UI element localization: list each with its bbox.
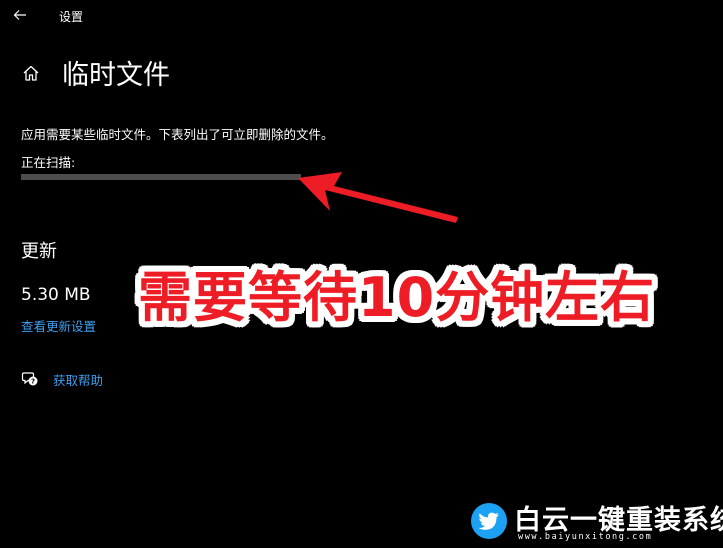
watermark-url: www.baiyunxitong.com: [518, 532, 653, 542]
wait-callout-text: 需要等待10分钟左右: [138, 266, 656, 329]
scan-status-label: 正在扫描:: [21, 155, 76, 170]
home-button[interactable]: [18, 60, 44, 86]
description-text: 应用需要某些临时文件。下表列出了可立即删除的文件。: [21, 127, 334, 142]
svg-text:?: ?: [31, 378, 35, 386]
get-help-link[interactable]: 获取帮助: [53, 370, 103, 389]
back-arrow-icon: [13, 10, 26, 20]
help-chat-icon: ?: [20, 369, 40, 389]
app-title: 设置: [59, 10, 84, 24]
get-help-row[interactable]: ? 获取帮助: [20, 369, 103, 389]
watermark: 白云一键重装系统 www.baiyunxitong.com: [470, 500, 723, 546]
updates-size-value: 5.30 MB: [21, 285, 91, 305]
view-update-settings-link[interactable]: 查看更新设置: [21, 316, 96, 335]
scan-progress-bar: [21, 174, 301, 180]
page-header: 临时文件: [0, 50, 723, 94]
home-icon: [23, 65, 39, 81]
bird-logo-icon: [471, 503, 507, 539]
page-title: 临时文件: [62, 60, 170, 91]
updates-section-title: 更新: [21, 241, 57, 262]
title-bar: 设置: [0, 0, 723, 32]
scan-progress-fill: [21, 174, 301, 180]
back-button[interactable]: [6, 2, 34, 28]
